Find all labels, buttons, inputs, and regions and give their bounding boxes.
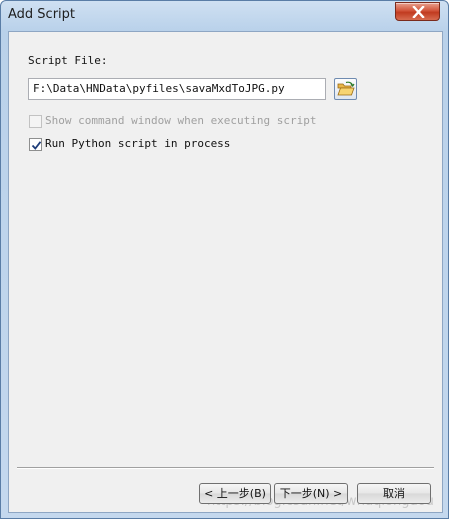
footer-separator bbox=[17, 467, 434, 469]
window-title: Add Script bbox=[8, 7, 76, 22]
script-file-label: Script File: bbox=[28, 54, 108, 67]
cancel-button[interactable]: 取消 bbox=[357, 483, 431, 504]
show-command-window-label: Show command window when executing scrip… bbox=[45, 114, 317, 127]
next-button[interactable]: 下一步(N) > bbox=[274, 483, 348, 504]
folder-open-icon bbox=[337, 81, 355, 96]
checkmark-icon bbox=[31, 141, 42, 150]
run-in-process-checkbox[interactable] bbox=[29, 138, 42, 151]
run-in-process-label: Run Python script in process bbox=[45, 137, 231, 150]
title-bar[interactable]: Add Script bbox=[1, 1, 448, 31]
show-command-window-checkbox bbox=[29, 115, 42, 128]
close-button[interactable] bbox=[395, 2, 440, 21]
dialog-content: Script File: F:\Data\HNData\pyfiles\sava… bbox=[8, 31, 443, 513]
add-script-dialog: Add Script Script File: F:\Data\HNData\p… bbox=[0, 0, 449, 519]
browse-button[interactable] bbox=[334, 78, 357, 100]
back-button[interactable]: < 上一步(B) bbox=[199, 483, 271, 504]
close-icon bbox=[412, 6, 425, 18]
script-path-field[interactable]: F:\Data\HNData\pyfiles\savaMxdToJPG.py bbox=[28, 78, 326, 100]
